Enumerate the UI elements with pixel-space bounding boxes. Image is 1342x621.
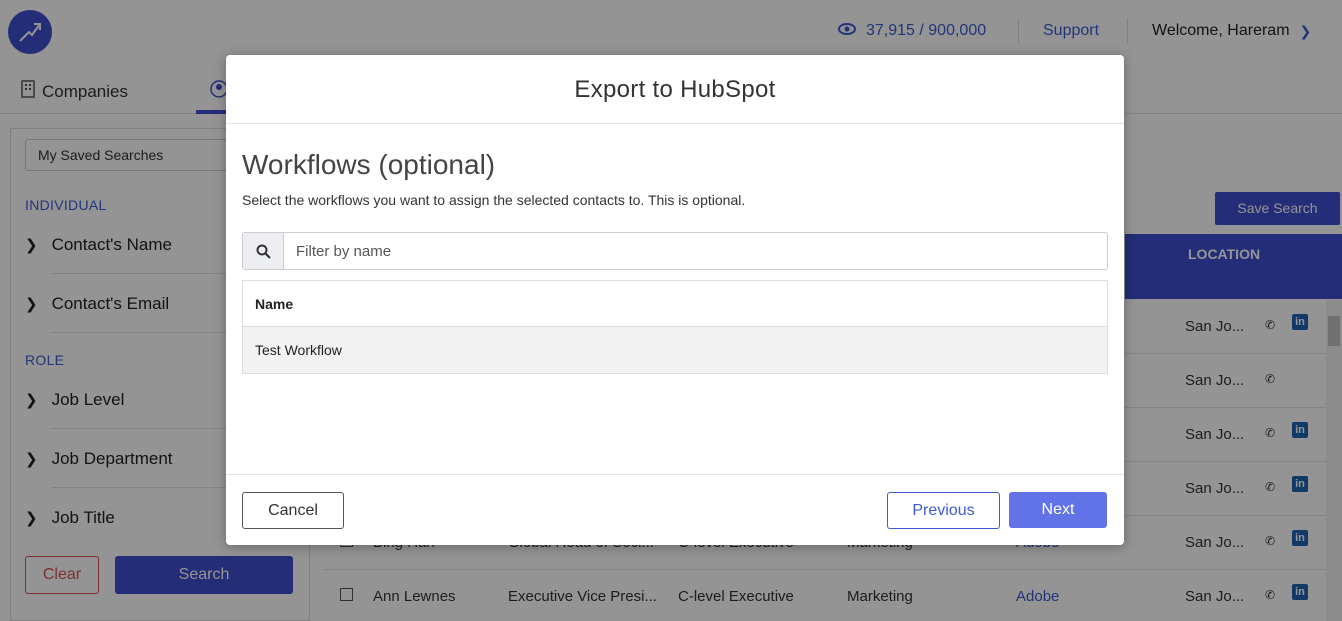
- modal-header: Export to HubSpot: [226, 55, 1124, 124]
- search-icon: [243, 233, 284, 269]
- filter-field: [242, 232, 1108, 270]
- filter-input[interactable]: [285, 233, 1107, 269]
- section-description: Select the workflows you want to assign …: [242, 192, 746, 208]
- workflows-table: Name Test Workflow: [242, 280, 1108, 374]
- section-title: Workflows (optional): [242, 149, 496, 180]
- cancel-button[interactable]: Cancel: [242, 492, 344, 529]
- next-button[interactable]: Next: [1009, 492, 1107, 528]
- modal-footer: Cancel Previous Next: [226, 474, 1124, 545]
- previous-button[interactable]: Previous: [887, 492, 1000, 529]
- export-modal: Export to HubSpot Workflows (optional) S…: [226, 55, 1124, 545]
- column-header-name[interactable]: Name: [243, 281, 1107, 327]
- workflow-row[interactable]: Test Workflow: [243, 327, 1107, 373]
- modal-title: Export to HubSpot: [574, 76, 776, 103]
